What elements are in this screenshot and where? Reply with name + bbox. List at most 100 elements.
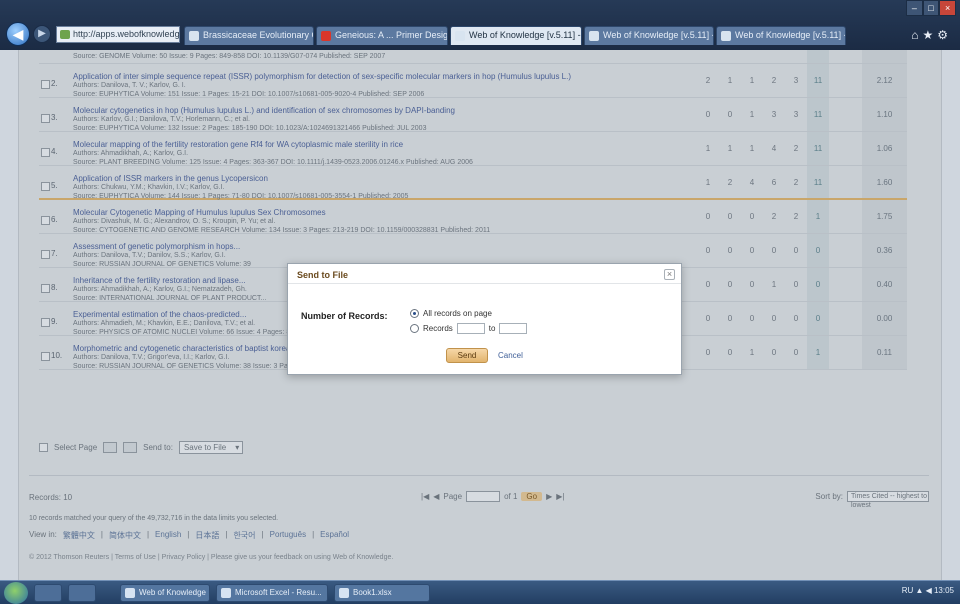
records-range-label: Records (423, 324, 453, 333)
citation-count: 6 (771, 177, 777, 187)
result-checkbox[interactable] (41, 250, 50, 259)
last-page-icon[interactable]: ▶| (556, 492, 564, 501)
language-link[interactable]: 日本語 (195, 530, 219, 541)
language-link[interactable]: 简体中文 (109, 530, 141, 541)
result-body: Molecular cytogenetics in hop (Humulus l… (73, 106, 693, 133)
forward-button[interactable]: ▶ (33, 25, 51, 43)
results-bottom-toolbar: Select Page Send to: Save to File (39, 439, 339, 455)
minimize-button[interactable]: – (906, 0, 923, 16)
browser-tab[interactable]: Brassicaceae Evolutionary Gen... (184, 26, 314, 45)
citation-counts: 1 2 4 6 2 11 (697, 166, 829, 198)
result-checkbox[interactable] (41, 182, 50, 191)
browser-tab[interactable]: Web of Knowledge [v.5.11] - Res... (584, 26, 714, 45)
result-row: 5. Application of ISSR markers in the gen… (39, 166, 907, 200)
gear-icon[interactable]: ⚙ (937, 28, 952, 42)
start-button[interactable] (4, 582, 28, 604)
language-link[interactable]: Português (270, 530, 306, 541)
taskbar-item[interactable]: Book1.xlsx (334, 584, 430, 602)
next-page-icon[interactable]: ▶ (546, 492, 552, 501)
citation-count: 1 (727, 144, 733, 153)
citation-counts (697, 50, 829, 63)
prev-page-icon[interactable]: ◀ (433, 492, 439, 501)
result-title[interactable]: Molecular cytogenetics in hop (Humulus l… (73, 106, 693, 115)
first-page-icon[interactable]: |◀ (421, 492, 429, 501)
all-records-radio[interactable] (410, 309, 419, 318)
citation-count: 0 (771, 314, 777, 323)
tab-strip: Brassicaceae Evolutionary Gen... Geneiou… (184, 26, 884, 46)
pinned-app-icon[interactable] (34, 584, 62, 602)
address-bar[interactable]: http://apps.webofknowledge.com/... (56, 26, 180, 43)
citation-count: 2 (793, 212, 799, 221)
citation-count: 1 (807, 200, 829, 233)
email-icon[interactable] (123, 441, 138, 453)
citation-count: 0 (705, 110, 711, 119)
citation-count: 1 (749, 348, 755, 357)
result-number: 4. (51, 147, 58, 156)
language-link[interactable]: 繁體中文 (63, 530, 95, 541)
citation-count: 11 (807, 64, 829, 97)
citation-count: 1 (749, 76, 755, 85)
taskbar-item[interactable]: Web of Knowledge (120, 584, 210, 602)
language-label: View in: (29, 530, 57, 539)
records-range-option[interactable]: Records to (410, 323, 528, 334)
result-checkbox[interactable] (41, 148, 50, 157)
result-checkbox[interactable] (41, 318, 50, 327)
browser-tab-active[interactable]: Web of Knowledge [v.5.11] - ... (450, 26, 582, 45)
browser-tab[interactable]: Web of Knowledge [v.5.11] - Res... (716, 26, 846, 45)
language-link[interactable]: English (155, 530, 181, 541)
language-link[interactable]: Español (320, 530, 349, 541)
go-button[interactable]: Go (521, 492, 543, 501)
page-icon (321, 31, 331, 41)
close-icon[interactable]: × (664, 269, 675, 280)
average-citations: 2.12 (862, 64, 907, 97)
results-footer-bar: Records: 10 |◀ ◀ Page of 1 Go ▶ ▶| Sort … (29, 488, 929, 509)
result-checkbox[interactable] (41, 216, 50, 225)
browser-tab[interactable]: Geneious: A ... Primer Design... (316, 26, 448, 45)
favorites-icon[interactable]: ★ (922, 28, 937, 42)
page-icon (189, 31, 199, 41)
maximize-button[interactable]: □ (922, 0, 940, 16)
result-checkbox[interactable] (41, 114, 50, 123)
average-citations: 0.00 (862, 302, 907, 335)
result-checkbox[interactable] (41, 284, 50, 293)
app-icon (221, 588, 231, 598)
result-title[interactable]: Molecular mapping of the fertility resto… (73, 140, 693, 149)
result-title[interactable]: Molecular Cytogenetic Mapping of Humulus… (73, 208, 693, 217)
page-icon (589, 31, 599, 41)
home-icon[interactable]: ⌂ (911, 28, 922, 42)
send-to-dropdown[interactable]: Save to File (178, 440, 244, 454)
pinned-app-icon[interactable] (68, 584, 96, 602)
citation-count: 2 (771, 212, 777, 221)
cancel-link[interactable]: Cancel (498, 351, 523, 360)
sort-dropdown[interactable]: Times Cited -- highest to lowest (847, 491, 929, 509)
range-to-input[interactable] (499, 323, 528, 334)
page-icon (455, 31, 465, 41)
citation-count (697, 50, 719, 63)
citation-count: 0 (793, 314, 799, 323)
number-of-records-label: Number of Records: (301, 311, 388, 321)
citation-count: 4 (771, 144, 777, 153)
range-from-input[interactable] (456, 323, 485, 334)
citation-count: 0 (807, 234, 829, 267)
result-title[interactable]: Assessment of genetic polymorphism in ho… (73, 242, 693, 251)
close-window-button[interactable]: × (939, 0, 957, 16)
print-icon[interactable] (103, 441, 118, 453)
send-button[interactable]: Send (446, 348, 488, 363)
all-records-option[interactable]: All records on page (410, 309, 492, 318)
result-checkbox[interactable] (41, 80, 50, 89)
taskbar: Web of Knowledge Microsoft Excel - Resu.… (0, 580, 960, 604)
result-checkbox[interactable] (41, 352, 50, 361)
matched-records-text: 10 records matched your query of the 49,… (29, 515, 279, 522)
citation-count (807, 50, 829, 63)
result-title[interactable]: Application of ISSR markers in the genus… (73, 174, 693, 183)
result-title[interactable]: Application of inter simple sequence rep… (73, 72, 693, 81)
language-link[interactable]: 한국어 (233, 530, 255, 541)
taskbar-item[interactable]: Microsoft Excel - Resu... (216, 584, 328, 602)
citation-count: 0 (705, 246, 711, 255)
page-number-input[interactable] (466, 491, 501, 502)
back-button[interactable]: ◀ (6, 22, 30, 46)
browser-chrome: ◀ ▶ http://apps.webofknowledge.com/... B… (0, 0, 960, 50)
select-page-checkbox[interactable] (39, 442, 48, 452)
records-range-radio[interactable] (410, 324, 419, 333)
average-citations: 0.36 (862, 234, 907, 267)
